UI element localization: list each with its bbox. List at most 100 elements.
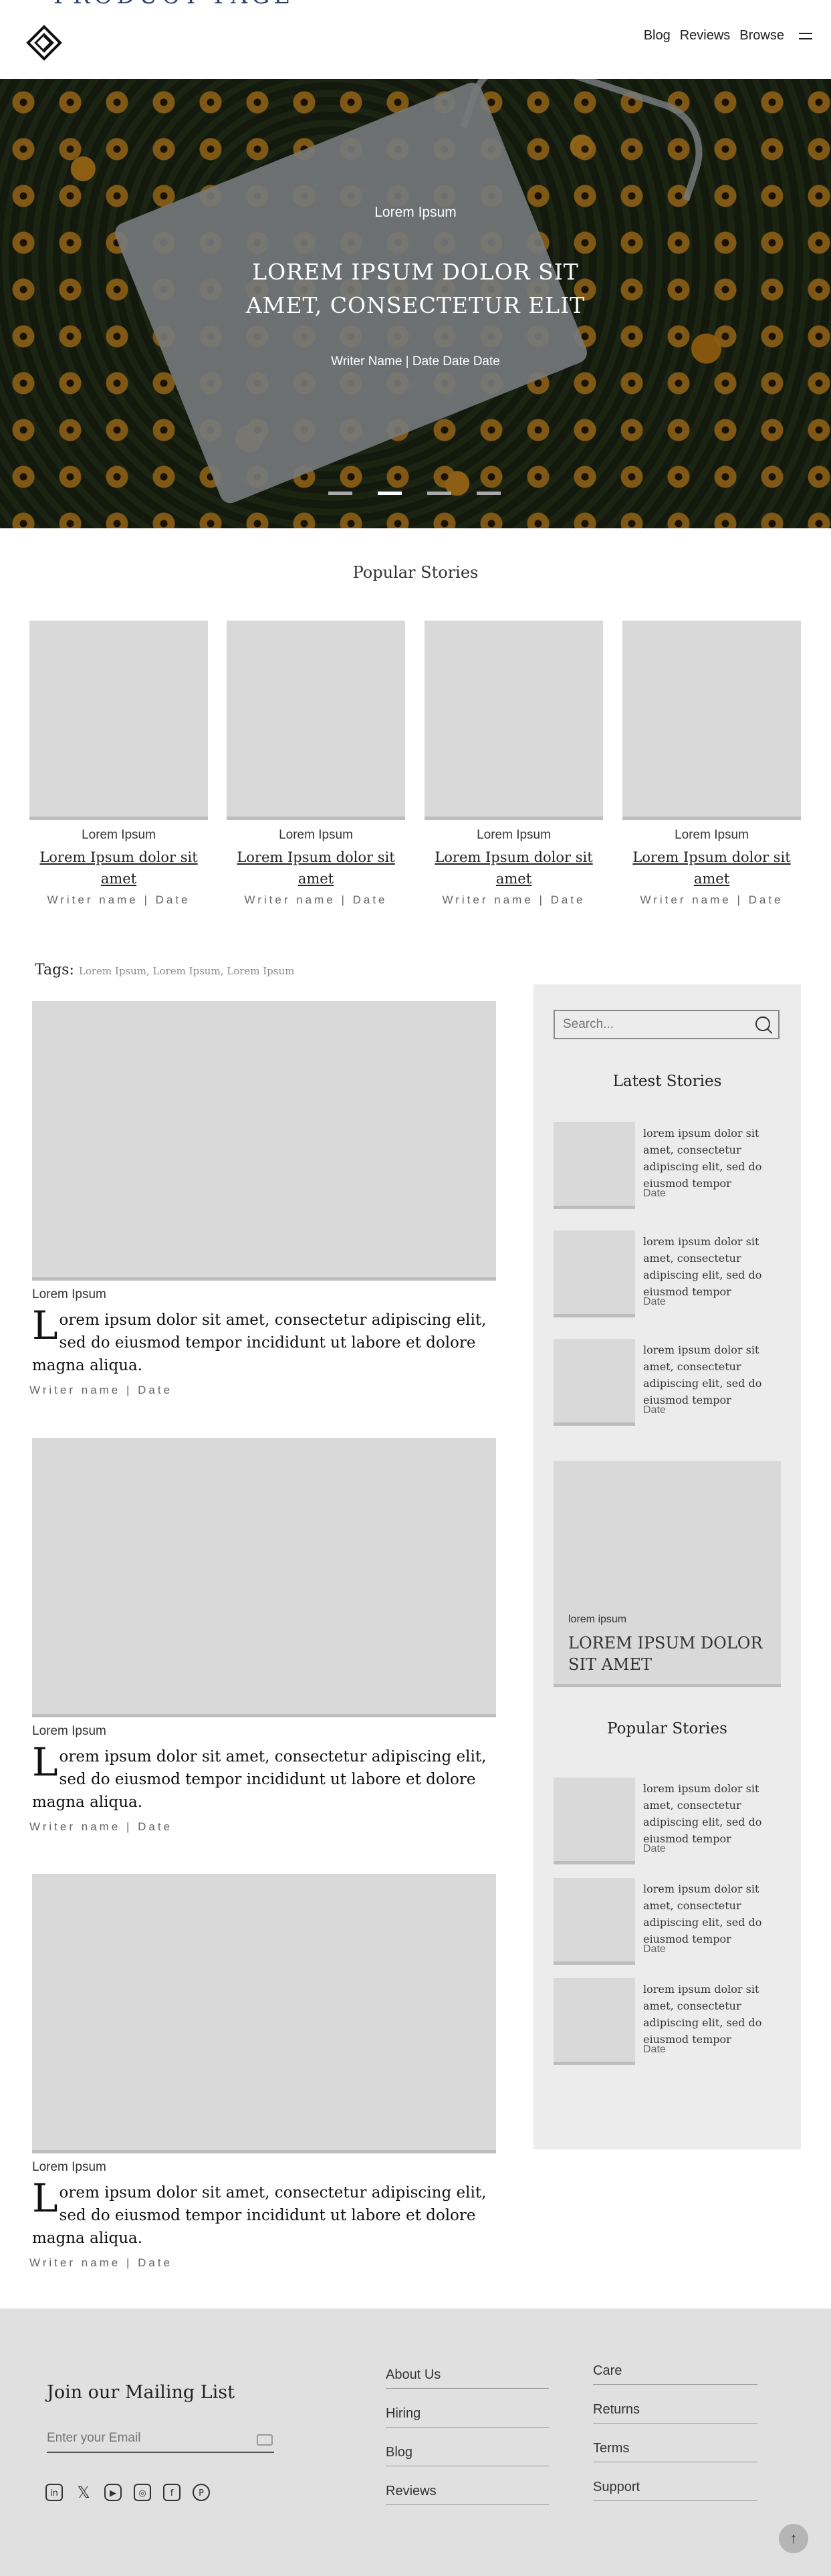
article-excerpt[interactable]: Lorem ipsum dolor sit amet, consectetur … xyxy=(32,2175,496,2250)
carousel-dot-3[interactable] xyxy=(427,492,451,495)
brand-name: PRODUCT PAGE xyxy=(53,0,294,9)
story-date: Date xyxy=(643,1296,666,1307)
story-thumbnail[interactable] xyxy=(554,1778,635,1864)
latest-story-item[interactable]: lorem ipsum dolor sit amet, consectetur … xyxy=(554,1230,781,1317)
latest-story-item[interactable]: lorem ipsum dolor sit amet, consectetur … xyxy=(554,1122,781,1209)
popular-story-item[interactable]: lorem ipsum dolor sit amet, consectetur … xyxy=(554,1878,781,1965)
card-image[interactable] xyxy=(425,621,603,820)
footer: Join our Mailing List in 𝕏 ▶ ◎ f P About… xyxy=(0,2309,831,2576)
footer-link-hiring[interactable]: Hiring xyxy=(386,2406,549,2428)
article-excerpt[interactable]: Lorem ipsum dolor sit amet, consectetur … xyxy=(32,1743,496,1814)
footer-link-blog[interactable]: Blog xyxy=(386,2445,549,2466)
hero-carousel: Lorem Ipsum LOREM IPSUM DOLOR SIT AMET, … xyxy=(0,79,831,528)
card-image[interactable] xyxy=(227,621,405,820)
logo[interactable] xyxy=(24,23,64,63)
popular-story-item[interactable]: lorem ipsum dolor sit amet, consectetur … xyxy=(554,1978,781,2065)
tags-list[interactable]: Lorem Ipsum, Lorem Ipsum, Lorem Ipsum xyxy=(79,965,295,977)
article-image[interactable] xyxy=(32,1874,496,2153)
logo-icon xyxy=(26,25,62,61)
email-field[interactable] xyxy=(47,2425,274,2453)
card-title-link[interactable]: Lorem Ipsum dolor sit amet xyxy=(29,847,208,889)
card-category: Lorem Ipsum xyxy=(675,828,749,842)
card-image[interactable] xyxy=(29,621,208,820)
tags-label: Tags: xyxy=(35,962,74,978)
article-card[interactable]: Lorem Ipsum Lorem ipsum dolor sit amet, … xyxy=(29,1438,496,1834)
popular-card[interactable]: Lorem Ipsum Lorem Ipsum dolor sit amet W… xyxy=(622,621,801,907)
instagram-icon[interactable]: ◎ xyxy=(134,2484,151,2501)
card-meta: Writer name | Date xyxy=(47,893,191,906)
facebook-icon[interactable]: f xyxy=(163,2484,181,2501)
article-meta: Writer name | Date xyxy=(29,2256,173,2269)
popular-card[interactable]: Lorem Ipsum Lorem Ipsum dolor sit amet W… xyxy=(425,621,603,907)
x-icon[interactable]: 𝕏 xyxy=(75,2484,92,2501)
nav-browse[interactable]: Browse xyxy=(739,28,784,43)
article-category: Lorem Ipsum xyxy=(32,1287,106,1301)
popular-card[interactable]: Lorem Ipsum Lorem Ipsum dolor sit amet W… xyxy=(227,621,405,907)
footer-link-terms[interactable]: Terms xyxy=(593,2441,757,2462)
linkedin-icon[interactable]: in xyxy=(45,2484,63,2501)
story-thumbnail[interactable] xyxy=(554,1878,635,1965)
story-excerpt[interactable]: lorem ipsum dolor sit amet, consectetur … xyxy=(643,1881,784,1947)
article-card[interactable]: Lorem Ipsum Lorem ipsum dolor sit amet, … xyxy=(29,1001,496,1397)
popular-story-item[interactable]: lorem ipsum dolor sit amet, consectetur … xyxy=(554,1778,781,1864)
article-excerpt[interactable]: Lorem ipsum dolor sit amet, consectetur … xyxy=(32,1306,496,1377)
card-title-link[interactable]: Lorem Ipsum dolor sit amet xyxy=(622,847,801,889)
hero-title[interactable]: LOREM IPSUM DOLOR SIT AMET, CONSECTETUR … xyxy=(214,255,617,322)
story-date: Date xyxy=(643,1843,666,1854)
featured-title[interactable]: LOREM IPSUM DOLOR SIT AMET xyxy=(568,1632,769,1675)
footer-link-care[interactable]: Care xyxy=(593,2363,757,2385)
youtube-icon[interactable]: ▶ xyxy=(104,2484,122,2501)
footer-link-returns[interactable]: Returns xyxy=(593,2402,757,2424)
carousel-dot-4[interactable] xyxy=(477,492,501,495)
article-meta: Writer name | Date xyxy=(29,1820,173,1833)
article-meta: Writer name | Date xyxy=(29,1384,173,1396)
sidebar-popular-title: Popular Stories xyxy=(607,1720,727,1737)
story-excerpt[interactable]: lorem ipsum dolor sit amet, consectetur … xyxy=(643,1125,784,1192)
tags-row: Tags: Lorem Ipsum, Lorem Ipsum, Lorem Ip… xyxy=(35,962,294,978)
pinterest-icon[interactable]: P xyxy=(193,2484,210,2501)
menu-icon[interactable] xyxy=(799,32,812,39)
card-title-link[interactable]: Lorem Ipsum dolor sit amet xyxy=(425,847,603,889)
featured-story-card[interactable]: lorem ipsum LOREM IPSUM DOLOR SIT AMET xyxy=(554,1461,781,1687)
nav-reviews[interactable]: Reviews xyxy=(680,28,731,43)
featured-kicker: lorem ipsum xyxy=(568,1614,627,1625)
footer-link-reviews[interactable]: Reviews xyxy=(386,2484,549,2505)
story-thumbnail[interactable] xyxy=(554,1339,635,1426)
footer-link-support[interactable]: Support xyxy=(593,2480,757,2501)
carousel-dot-2[interactable] xyxy=(378,492,402,495)
article-image[interactable] xyxy=(32,1001,496,1281)
story-thumbnail[interactable] xyxy=(554,1978,635,2065)
card-image[interactable] xyxy=(622,621,801,820)
carousel-dot-1[interactable] xyxy=(328,492,352,495)
story-thumbnail[interactable] xyxy=(554,1122,635,1209)
card-meta: Writer name | Date xyxy=(244,893,388,906)
story-excerpt[interactable]: lorem ipsum dolor sit amet, consectetur … xyxy=(643,1981,784,2048)
article-image[interactable] xyxy=(32,1438,496,1717)
nav-blog[interactable]: Blog xyxy=(644,28,671,43)
dropcap: L xyxy=(32,2175,58,2221)
envelope-icon[interactable] xyxy=(257,2434,273,2446)
story-excerpt[interactable]: lorem ipsum dolor sit amet, consectetur … xyxy=(643,1233,784,1300)
search-icon[interactable] xyxy=(755,1016,770,1031)
story-excerpt[interactable]: lorem ipsum dolor sit amet, consectetur … xyxy=(643,1780,784,1847)
story-excerpt[interactable]: lorem ipsum dolor sit amet, consectetur … xyxy=(643,1341,784,1408)
story-date: Date xyxy=(643,2044,666,2055)
search-input[interactable] xyxy=(554,1010,780,1039)
back-to-top-button[interactable]: ↑ xyxy=(779,2524,808,2553)
popular-card[interactable]: Lorem Ipsum Lorem Ipsum dolor sit amet W… xyxy=(29,621,208,907)
mailing-list-title: Join our Mailing List xyxy=(47,2382,235,2403)
article-category: Lorem Ipsum xyxy=(32,1724,106,1738)
card-title-link[interactable]: Lorem Ipsum dolor sit amet xyxy=(227,847,405,889)
arrow-up-icon: ↑ xyxy=(790,2530,798,2547)
story-thumbnail[interactable] xyxy=(554,1230,635,1317)
latest-story-item[interactable]: lorem ipsum dolor sit amet, consectetur … xyxy=(554,1339,781,1426)
footer-link-about[interactable]: About Us xyxy=(386,2367,549,2389)
latest-stories-title: Latest Stories xyxy=(612,1073,722,1090)
story-date: Date xyxy=(643,1943,666,1955)
story-date: Date xyxy=(643,1404,666,1416)
hero-meta: Writer Name | Date Date Date xyxy=(331,354,500,368)
sidebar: Latest Stories lorem ipsum dolor sit ame… xyxy=(533,984,801,2149)
hero-kicker: Lorem Ipsum xyxy=(374,205,457,220)
article-card[interactable]: Lorem Ipsum Lorem ipsum dolor sit amet, … xyxy=(29,1874,496,2270)
card-meta: Writer name | Date xyxy=(640,893,784,906)
